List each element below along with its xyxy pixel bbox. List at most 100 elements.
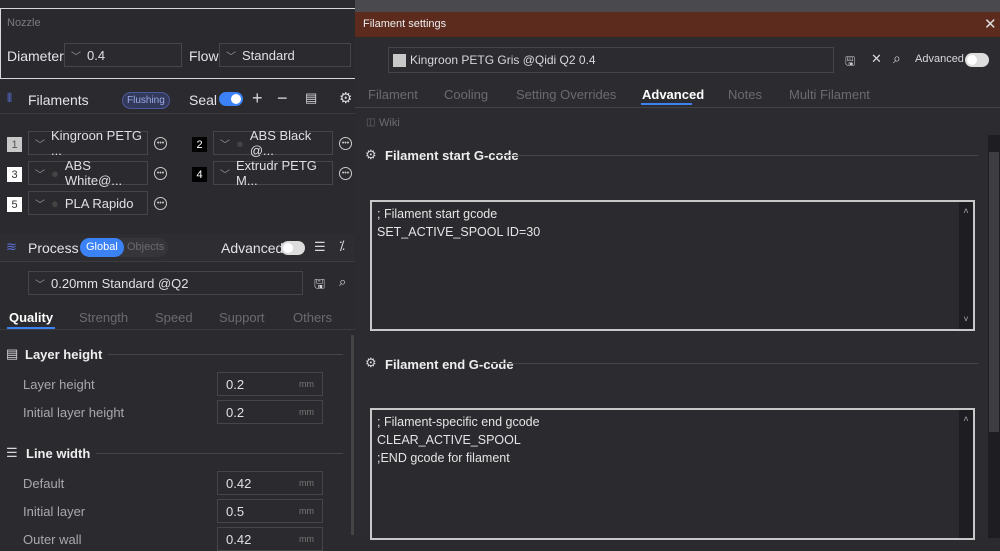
scrollbar[interactable] bbox=[351, 335, 354, 535]
tab-advanced[interactable]: Advanced bbox=[642, 87, 704, 102]
remove-filament-icon[interactable]: − bbox=[277, 88, 288, 109]
scrollbar-thumb[interactable] bbox=[989, 152, 999, 432]
preset-name: 0.20mm Standard @Q2 bbox=[51, 275, 189, 291]
dialog-titlebar: Filament settings ✕ bbox=[355, 12, 1000, 37]
tab-notes[interactable]: Notes bbox=[728, 87, 762, 102]
search-icon[interactable]: ⌕ bbox=[339, 274, 346, 290]
tab-quality[interactable]: Quality bbox=[9, 310, 53, 325]
value: 0.42 bbox=[226, 475, 252, 491]
seal-toggle[interactable] bbox=[219, 92, 243, 106]
filament-number: 5 bbox=[7, 197, 22, 212]
save-icon[interactable]: 🖫 bbox=[314, 275, 325, 297]
value: 0.42 bbox=[226, 531, 252, 547]
more-options-icon[interactable]: ••• bbox=[339, 167, 352, 180]
gear-icon: ⚙ bbox=[365, 355, 377, 370]
tab-cooling[interactable]: Cooling bbox=[444, 87, 488, 102]
unit: mm bbox=[299, 506, 314, 516]
advanced-toggle[interactable] bbox=[281, 241, 305, 255]
sidebar-panel: Nozzle Diameter ﹀ 0.4 Flow ﹀ Standard ⫴ Fi… bbox=[0, 0, 356, 551]
end-gcode-editor[interactable]: ; Filament-specific end gcode CLEAR_ACTI… bbox=[370, 408, 975, 540]
unit: mm bbox=[299, 478, 314, 488]
save-icon[interactable]: 🖫 bbox=[845, 52, 855, 73]
filament-name: Kingroon PETG ... bbox=[51, 128, 143, 158]
initial-layer-line-width-input[interactable]: 0.5 mm bbox=[217, 499, 323, 523]
filament-dropdown[interactable]: ﹀ ● PLA Rapido bbox=[28, 191, 148, 215]
tab-underline bbox=[7, 327, 55, 329]
tab-speed[interactable]: Speed bbox=[155, 310, 193, 325]
line-width-icon: ☰ bbox=[6, 445, 18, 460]
more-options-icon[interactable]: ••• bbox=[154, 137, 167, 150]
chevron-down-icon: ﹀ bbox=[71, 51, 81, 63]
global-button[interactable]: Global bbox=[80, 238, 124, 257]
wiki-link[interactable]: Wiki bbox=[379, 117, 400, 129]
advanced-toggle[interactable] bbox=[965, 53, 989, 67]
process-icon: ≋ bbox=[6, 239, 17, 254]
filament-settings-dialog: Filament settings ✕ Kingroon PETG Gris @… bbox=[355, 0, 1000, 540]
filament-name: PLA Rapido bbox=[64, 195, 134, 211]
flow-value: Standard bbox=[242, 47, 295, 63]
filament-number: 1 bbox=[7, 137, 22, 152]
diameter-value: 0.4 bbox=[87, 47, 106, 63]
diameter-label: Diameter bbox=[7, 48, 64, 64]
initial-layer-height-input[interactable]: 0.2 mm bbox=[217, 400, 323, 424]
end-gcode-title: Filament end G-code bbox=[385, 357, 514, 372]
filament-number: 4 bbox=[192, 167, 207, 182]
field-label: Outer wall bbox=[23, 532, 82, 547]
delete-icon[interactable]: ✕ bbox=[871, 51, 882, 67]
list-icon[interactable]: ☰ bbox=[314, 239, 326, 255]
dialog-scrollbar[interactable] bbox=[988, 135, 1000, 538]
filaments-title: Filaments bbox=[28, 92, 89, 108]
process-preset-dropdown[interactable]: ﹀ 0.20mm Standard @Q2 bbox=[28, 271, 303, 295]
end-gcode-text: ; Filament-specific end gcode CLEAR_ACTI… bbox=[377, 415, 540, 465]
filament-preset-dropdown[interactable]: Kingroon PETG Gris @Qidi Q2 0.4 bbox=[388, 47, 834, 73]
editor-scrollbar[interactable]: ˄ ˅ bbox=[959, 202, 973, 329]
more-options-icon[interactable]: ••• bbox=[154, 167, 167, 180]
divider bbox=[495, 155, 978, 156]
tab-multi-filament[interactable]: Multi Filament bbox=[789, 87, 870, 102]
chevron-down-icon: ﹀ bbox=[226, 51, 236, 63]
scope-switch: Global Objects bbox=[80, 238, 168, 257]
filament-name: ABS Black @... bbox=[249, 128, 312, 158]
editor-scrollbar[interactable]: ˄ bbox=[959, 410, 973, 538]
start-gcode-editor[interactable]: ; Filament start gcode SET_ACTIVE_SPOOL … bbox=[370, 200, 975, 331]
close-icon[interactable]: ✕ bbox=[984, 15, 997, 33]
filament-dropdown[interactable]: ﹀ Kingroon PETG ... bbox=[28, 128, 148, 158]
filament-dropdown[interactable]: ﹀ Extrudr PETG M... bbox=[213, 158, 333, 188]
diameter-dropdown[interactable]: ﹀ 0.4 bbox=[64, 43, 182, 67]
flow-dropdown[interactable]: ﹀ Standard bbox=[219, 43, 351, 67]
default-line-width-input[interactable]: 0.42 mm bbox=[217, 471, 323, 495]
objects-button[interactable]: Objects bbox=[127, 241, 164, 253]
process-tabs: Quality Strength Speed Support Others bbox=[0, 306, 355, 330]
section-title: Layer height bbox=[25, 347, 103, 362]
compare-icon[interactable]: ⁒ bbox=[339, 238, 345, 254]
dialog-tabs: Filament Cooling Setting Overrides Advan… bbox=[355, 84, 1000, 108]
unit: mm bbox=[299, 379, 314, 389]
flushing-button[interactable]: Flushing bbox=[122, 92, 170, 109]
filament-dropdown[interactable]: ﹀ ● ABS White@... bbox=[28, 158, 148, 188]
field-label: Initial layer bbox=[23, 504, 86, 519]
add-filament-icon[interactable]: + bbox=[252, 88, 263, 109]
filament-dropdown[interactable]: ﹀ ● ABS Black @... bbox=[213, 128, 333, 158]
value: 0.5 bbox=[226, 503, 245, 519]
more-options-icon[interactable]: ••• bbox=[339, 137, 352, 150]
filament-name: Extrudr PETG M... bbox=[236, 158, 317, 188]
flow-label: Flow bbox=[189, 48, 219, 64]
tab-setting-overrides[interactable]: Setting Overrides bbox=[516, 87, 616, 102]
unit: mm bbox=[299, 534, 314, 544]
tab-filament[interactable]: Filament bbox=[368, 87, 418, 102]
gear-icon[interactable]: ⚙ bbox=[339, 89, 352, 107]
layer-height-input[interactable]: 0.2 mm bbox=[217, 372, 323, 396]
filament-number: 3 bbox=[7, 167, 22, 182]
more-options-icon[interactable]: ••• bbox=[154, 197, 167, 210]
tab-underline bbox=[641, 103, 692, 105]
tab-strength[interactable]: Strength bbox=[79, 310, 128, 325]
tab-support[interactable]: Support bbox=[219, 310, 265, 325]
outer-wall-line-width-input[interactable]: 0.42 mm bbox=[217, 527, 323, 551]
tab-others[interactable]: Others bbox=[293, 310, 332, 325]
search-icon[interactable]: ⌕ bbox=[893, 50, 901, 67]
advanced-label: Advanced bbox=[221, 240, 284, 256]
sync-filament-icon[interactable]: ▤ bbox=[305, 90, 317, 106]
dialog-title: Filament settings bbox=[363, 18, 447, 30]
wiki-icon: ◫ bbox=[366, 117, 376, 128]
filament-name: ABS White@... bbox=[64, 158, 123, 188]
